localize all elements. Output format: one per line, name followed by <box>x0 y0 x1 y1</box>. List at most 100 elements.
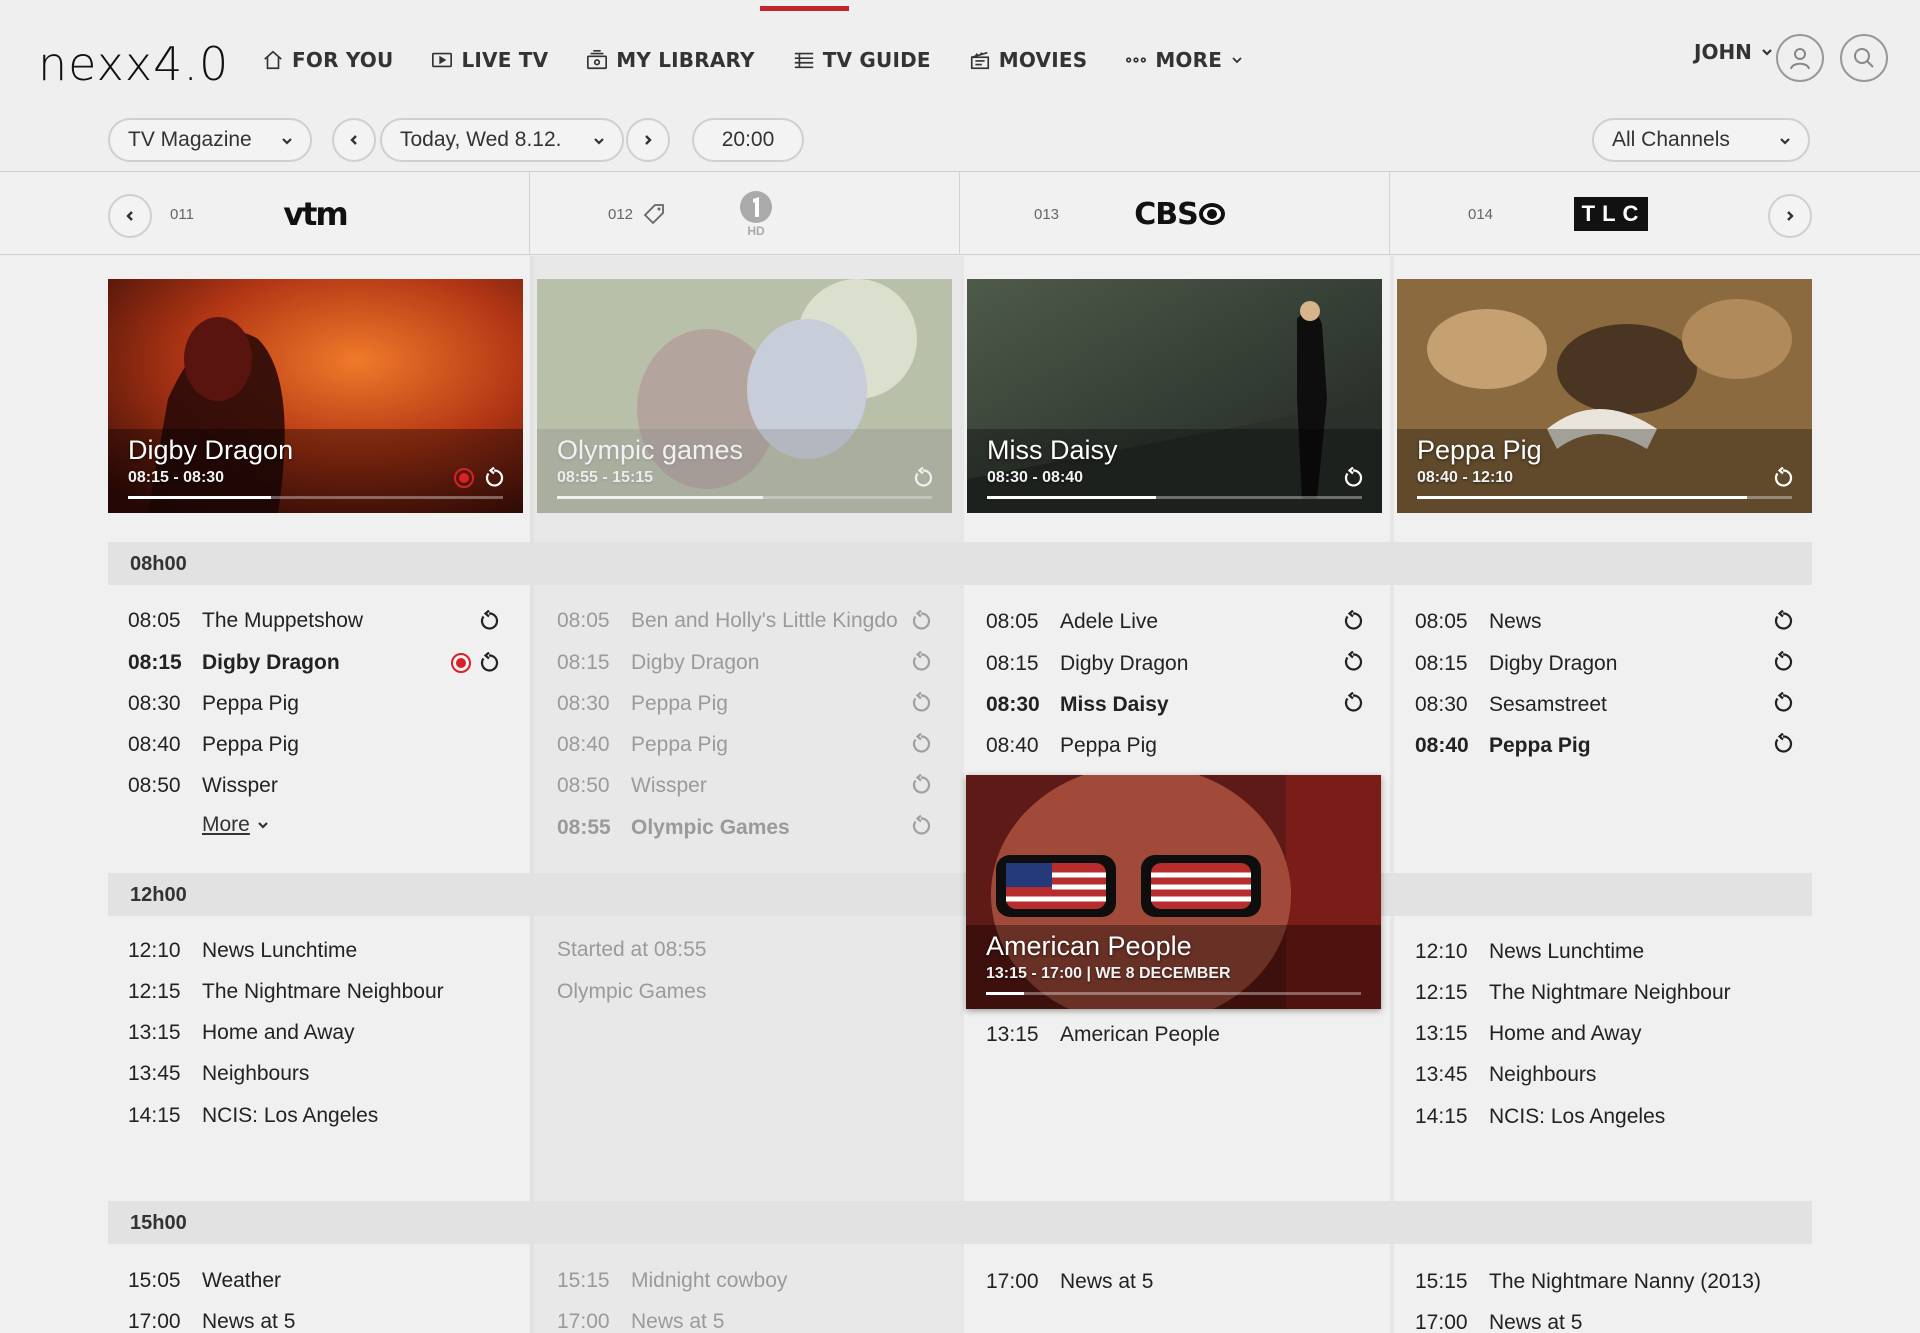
replay-icon[interactable] <box>1772 733 1794 755</box>
program-row[interactable]: 17:00 News at 5 <box>986 1267 1153 1297</box>
replay-icon[interactable] <box>1342 651 1364 673</box>
program-row[interactable]: 13:45 Neighbours <box>1415 1060 1596 1090</box>
program-row[interactable]: 08:30 Miss Daisy <box>986 690 1169 720</box>
replay-icon[interactable] <box>1772 651 1794 673</box>
program-row[interactable]: 12:15 The Nightmare Neighbour <box>128 977 444 1007</box>
channel-cell[interactable]: 014 TLC <box>1390 172 1920 254</box>
nav-more[interactable]: MORE <box>1125 48 1244 72</box>
hero-title: Peppa Pig <box>1417 435 1542 465</box>
nav-my-library[interactable]: MY LIBRARY <box>586 48 755 72</box>
program-title: News at 5 <box>631 1310 725 1333</box>
replay-icon[interactable] <box>478 652 500 674</box>
next-channels-button[interactable] <box>1768 194 1812 238</box>
program-row[interactable]: 08:40 Peppa Pig <box>1415 731 1591 761</box>
user-icon <box>1790 48 1810 70</box>
channels-select[interactable]: All Channels <box>1592 118 1810 162</box>
channel-cell[interactable]: 012 HD <box>530 172 960 254</box>
channel-cell[interactable]: 013 CBS <box>960 172 1390 254</box>
replay-icon[interactable] <box>1772 692 1794 714</box>
program-time: 13:15 <box>128 1021 181 1044</box>
program-row[interactable]: 15:05 Weather <box>128 1266 281 1296</box>
replay-icon[interactable] <box>910 610 932 632</box>
channel-logo-text: CBS <box>1134 196 1198 232</box>
profile-button[interactable] <box>1776 34 1824 82</box>
program-row[interactable]: 13:15 American People <box>986 1020 1220 1050</box>
more-link[interactable]: More <box>202 813 270 837</box>
replay-icon[interactable] <box>1342 610 1364 632</box>
now-playing-card[interactable]: Digby Dragon 08:15 - 08:30 <box>108 279 523 513</box>
user-name: JOHN <box>1694 40 1752 64</box>
program-row[interactable]: 15:15 The Nightmare Nanny (2013) <box>1415 1267 1761 1297</box>
replay-icon[interactable] <box>478 610 500 632</box>
replay-icon[interactable] <box>910 733 932 755</box>
user-menu[interactable]: JOHN <box>1694 40 1774 64</box>
channel-cell[interactable]: 011 vtm <box>0 172 530 254</box>
program-time: 08:30 <box>557 692 610 715</box>
program-row[interactable]: 17:00 News at 5 <box>557 1307 724 1333</box>
program-row[interactable]: 08:55 Olympic Games <box>557 813 790 843</box>
program-row[interactable]: 08:05 News <box>1415 607 1542 637</box>
date-select[interactable]: Today, Wed 8.12. <box>380 118 624 162</box>
replay-icon <box>485 467 504 487</box>
program-title[interactable]: Olympic Games <box>557 980 706 1004</box>
next-day-button[interactable] <box>626 118 670 162</box>
program-time: 12:15 <box>1415 981 1468 1004</box>
now-playing-card[interactable]: Miss Daisy 08:30 - 08:40 <box>967 279 1382 513</box>
view-select-value: TV Magazine <box>128 128 252 151</box>
program-row[interactable]: 15:15 Midnight cowboy <box>557 1266 787 1296</box>
program-row[interactable]: 08:05 Adele Live <box>986 607 1158 637</box>
program-row[interactable]: 08:05 The Muppetshow <box>128 606 363 636</box>
now-playing-card[interactable]: Olympic games 08:55 - 15:15 <box>537 279 952 513</box>
replay-icon[interactable] <box>1342 692 1364 714</box>
program-row[interactable]: 17:00 News at 5 <box>1415 1308 1582 1333</box>
time-band-label: 12h00 <box>130 884 187 906</box>
program-row[interactable]: 08:05 Ben and Holly's Little Kingdo <box>557 606 898 636</box>
nav-for-you[interactable]: FOR YOU <box>262 48 393 72</box>
view-select[interactable]: TV Magazine <box>108 118 312 162</box>
program-row[interactable]: 08:15 Digby Dragon <box>128 648 340 678</box>
replay-icon[interactable] <box>1772 610 1794 632</box>
nav-live-tv[interactable]: LIVE TV <box>431 48 548 72</box>
program-row[interactable]: 14:15 NCIS: Los Angeles <box>1415 1102 1665 1132</box>
nav-movies[interactable]: MOVIES <box>969 48 1088 72</box>
replay-icon[interactable] <box>910 651 932 673</box>
program-row[interactable]: 13:45 Neighbours <box>128 1059 309 1089</box>
program-time: 13:15 <box>986 1023 1039 1046</box>
program-row[interactable]: 12:10 News Lunchtime <box>128 936 357 966</box>
replay-icon[interactable] <box>910 692 932 714</box>
app-logo[interactable]: nexx4.0 <box>38 34 229 94</box>
program-row[interactable]: 08:15 Digby Dragon <box>557 648 759 678</box>
program-row[interactable]: 08:40 Peppa Pig <box>128 730 299 760</box>
nav-tv-guide[interactable]: TV GUIDE <box>793 48 931 72</box>
hero-icons <box>1342 467 1364 489</box>
replay-icon[interactable] <box>910 815 932 837</box>
time-select[interactable]: 20:00 <box>692 118 804 162</box>
program-row[interactable]: 08:40 Peppa Pig <box>557 730 728 760</box>
featured-program-card[interactable]: American People 13:15 - 17:00 | WE 8 DEC… <box>966 775 1381 1009</box>
program-row[interactable]: 08:50 Wissper <box>128 771 278 801</box>
recording-icon[interactable] <box>450 652 472 674</box>
hero-icons <box>453 467 505 489</box>
program-row[interactable]: 08:40 Peppa Pig <box>986 731 1157 761</box>
program-row[interactable]: 08:30 Peppa Pig <box>128 689 299 719</box>
program-row[interactable]: 13:15 Home and Away <box>128 1018 355 1048</box>
chevron-left-icon <box>350 135 357 145</box>
program-row[interactable]: 12:10 News Lunchtime <box>1415 937 1644 967</box>
program-row[interactable]: 17:00 News at 5 <box>128 1307 295 1333</box>
program-row[interactable]: 13:15 Home and Away <box>1415 1019 1642 1049</box>
program-row[interactable]: 08:30 Sesamstreet <box>1415 690 1607 720</box>
replay-icon[interactable] <box>910 774 932 796</box>
program-row[interactable]: 08:15 Digby Dragon <box>986 649 1188 679</box>
program-title: Peppa Pig <box>1489 734 1591 757</box>
program-row[interactable]: 08:30 Peppa Pig <box>557 689 728 719</box>
previous-day-button[interactable] <box>332 118 376 162</box>
program-time: 13:45 <box>1415 1063 1468 1086</box>
now-playing-card[interactable]: Peppa Pig 08:40 - 12:10 <box>1397 279 1812 513</box>
program-row[interactable]: 08:50 Wissper <box>557 771 707 801</box>
search-button[interactable] <box>1840 34 1888 82</box>
program-row[interactable]: 14:15 NCIS: Los Angeles <box>128 1101 378 1131</box>
program-row[interactable]: 12:15 The Nightmare Neighbour <box>1415 978 1731 1008</box>
previous-channels-button[interactable] <box>108 194 152 238</box>
program-row[interactable]: 08:15 Digby Dragon <box>1415 649 1617 679</box>
featured-progress-bar <box>986 992 1361 995</box>
